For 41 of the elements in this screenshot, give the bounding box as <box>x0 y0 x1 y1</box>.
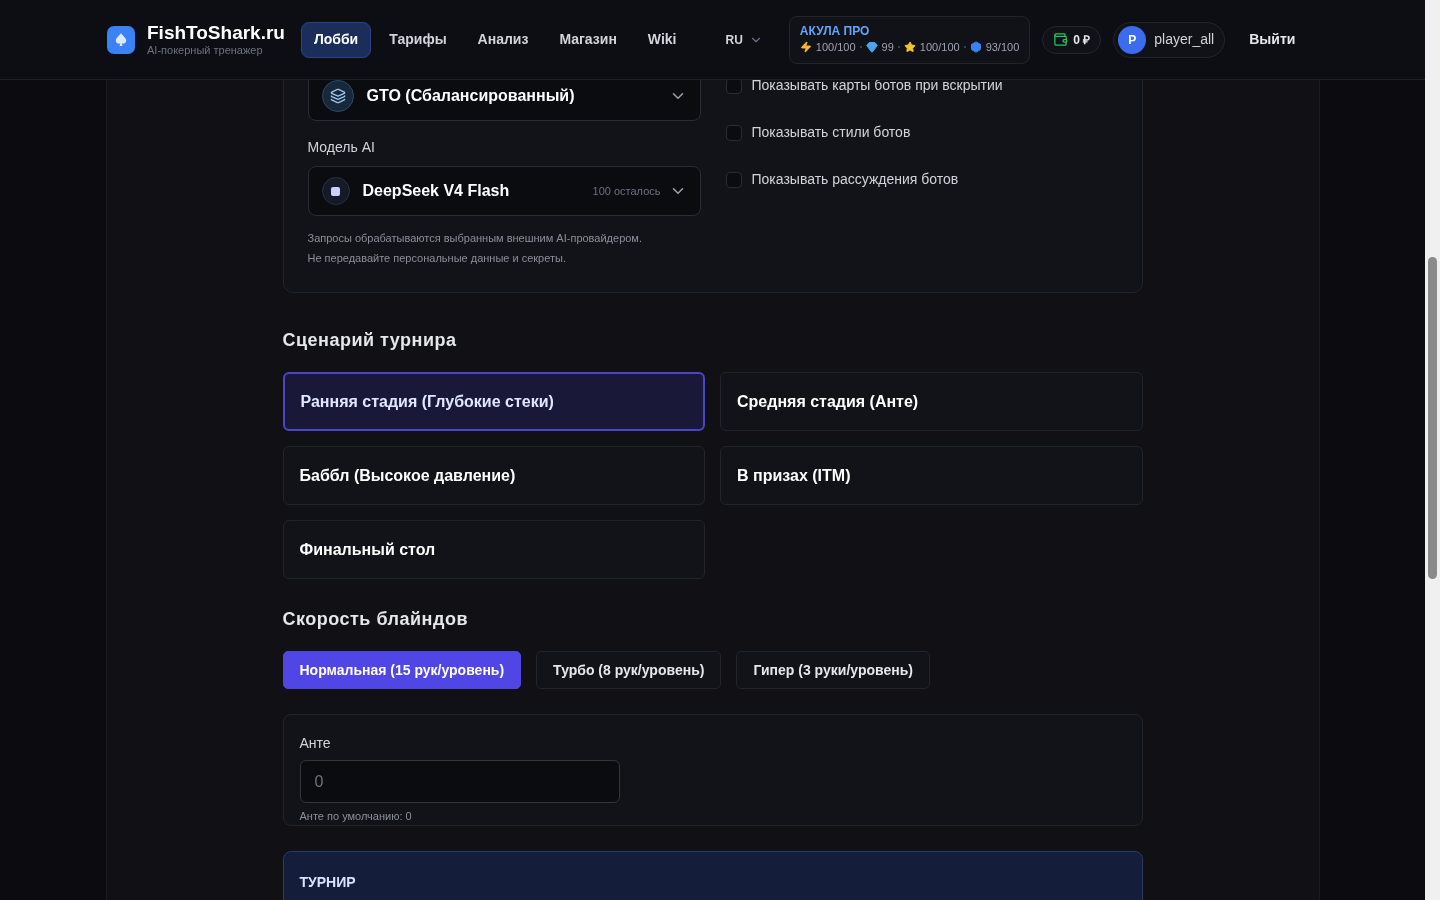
stat-value: 93/100 <box>985 39 1020 55</box>
model-select[interactable]: DeepSeek V4 Flash 100 осталось <box>307 166 701 216</box>
checkbox-label: Показывать стили ботов <box>751 123 911 142</box>
field-hint: Анте по умолчанию: 0 <box>299 809 413 824</box>
speed-option[interactable]: Турбо (8 рук/уровень) <box>536 651 722 689</box>
language-select[interactable]: RU <box>725 30 763 49</box>
brand-tagline: AI-покерный тренажер <box>147 44 264 57</box>
stat-value: 100/100 <box>815 39 856 55</box>
style-select[interactable]: GTO (Сбалансированный) <box>307 80 701 121</box>
section-title: Скорость блайндов <box>282 608 469 631</box>
card-title: ТУРНИР <box>299 873 356 890</box>
logout-button[interactable]: Выйти <box>1249 29 1296 50</box>
user-pill[interactable]: P player_all <box>1113 21 1226 58</box>
scenario-option[interactable]: Баббл (Высокое давление) <box>282 446 705 505</box>
field-label: Модель AI <box>307 138 376 157</box>
stat-value: 99 <box>881 39 894 55</box>
nav-tab[interactable]: Лобби <box>300 21 372 58</box>
field-label: Анте <box>299 734 332 753</box>
balance-amount: 0 ₽ <box>1073 31 1091 49</box>
user-name: player_all <box>1154 30 1215 49</box>
brand-name: FishToShark.ru <box>147 22 285 44</box>
ante-input[interactable]: 0 <box>299 760 620 803</box>
section-title: Сценарий турнира <box>282 329 458 352</box>
nav-tab[interactable]: Анализ <box>464 21 542 58</box>
checkbox-label: Показывать карты ботов при вскрытии <box>751 80 1003 95</box>
nav-tab[interactable]: Wiki <box>634 21 690 58</box>
stat-value: 100/100 <box>919 39 960 55</box>
nav-tab[interactable]: Магазин <box>546 21 630 58</box>
plan-name: АКУЛА ПРО <box>799 23 871 39</box>
balance-pill[interactable]: 0 ₽ <box>1042 25 1102 54</box>
user-avatar: P <box>1118 25 1147 54</box>
scenario-option[interactable]: Финальный стол <box>282 520 705 579</box>
privacy-note: Не передавайте персональные данные и секреты. <box>307 251 567 266</box>
scenario-option[interactable]: Средняя стадия (Анте) <box>720 372 1143 431</box>
speed-option[interactable]: Нормальная (15 рук/уровень) <box>282 651 522 689</box>
scenario-option[interactable]: Ранняя стадия (Глубокие стеки) <box>282 372 705 431</box>
nav-tab[interactable]: Тарифы <box>376 21 460 58</box>
scenario-option[interactable]: В призах (ITM) <box>720 446 1143 505</box>
privacy-note: Запросы обрабатываются выбранным внешним AI-провайдером. <box>307 231 643 246</box>
checkbox-label: Показывать рассуждения ботов <box>751 170 959 189</box>
speed-option[interactable]: Гипер (3 руки/уровень) <box>736 651 930 689</box>
